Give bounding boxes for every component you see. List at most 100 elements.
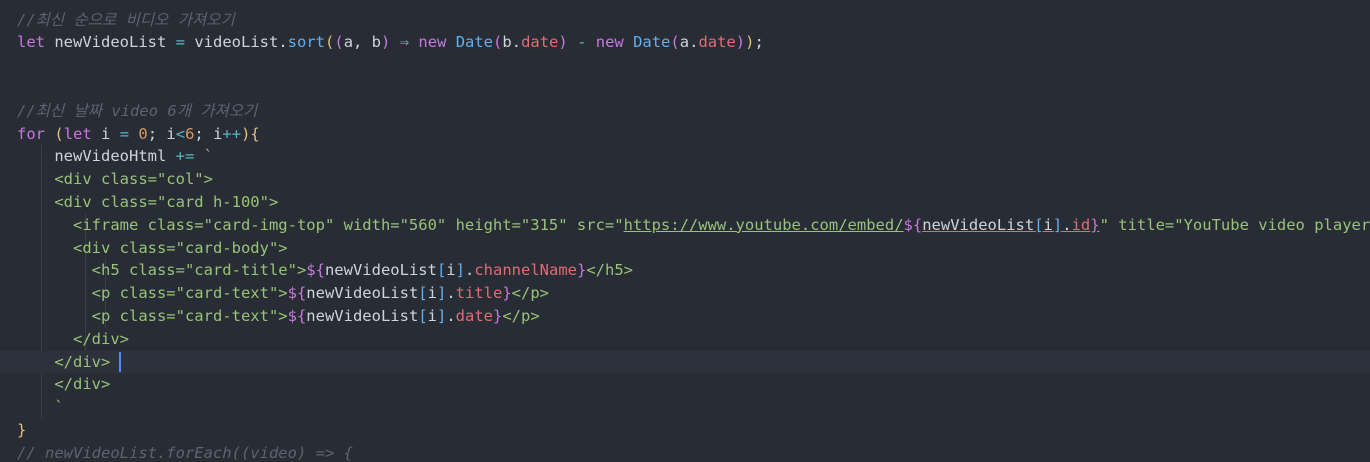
code-line[interactable]: <p class="card-text">${newVideoList[i].d… xyxy=(0,305,1370,328)
code-token: ) xyxy=(735,33,746,52)
code-token: . xyxy=(464,261,475,280)
code-token: ${ xyxy=(306,261,325,280)
code-line[interactable]: newVideoHtml += ` xyxy=(0,145,1370,168)
code-token: </div> xyxy=(17,329,129,348)
code-token: ` xyxy=(194,147,213,166)
code-line[interactable]: <div class="card h-100"> xyxy=(0,191,1370,214)
code-line[interactable]: // newVideoList.forEach((video) => { xyxy=(0,442,1370,462)
code-line[interactable]: <iframe class="card-img-top" width="560"… xyxy=(0,214,1370,237)
code-token: . xyxy=(446,284,456,303)
code-token: } xyxy=(1090,215,1100,234)
code-token: [ xyxy=(1034,215,1044,234)
code-line[interactable] xyxy=(0,77,1370,100)
code-token: ; xyxy=(754,33,764,52)
code-token: </p> xyxy=(511,284,549,303)
code-token: ) xyxy=(558,33,568,52)
code-line[interactable]: </div> xyxy=(0,373,1370,396)
code-token: . xyxy=(511,33,522,52)
code-token: . xyxy=(1062,215,1072,234)
code-token: newVideoList xyxy=(922,215,1035,234)
code-token: date xyxy=(455,307,493,325)
code-editor[interactable]: //최신 순으로 비디오 가져오기 let newVideoList = vide… xyxy=(0,0,1370,462)
code-token: <div class="card-body"> xyxy=(17,238,288,257)
code-token: ( xyxy=(334,33,344,52)
code-token: ] xyxy=(455,261,465,280)
code-token: // newVideoList.forEach((video) => { xyxy=(17,443,353,462)
code-token: [ xyxy=(418,307,428,325)
code-token: += xyxy=(175,147,195,166)
code-token: ( xyxy=(493,33,503,52)
code-token: [ xyxy=(436,261,447,280)
code-line[interactable]: } xyxy=(0,419,1370,442)
code-token: </div> xyxy=(17,375,111,394)
code-token: } xyxy=(576,261,587,280)
code-line[interactable]: <h5 class="card-title">${newVideoList[i]… xyxy=(0,259,1370,282)
code-token: <p class="card-text"> xyxy=(17,284,288,303)
code-line[interactable] xyxy=(0,54,1370,77)
code-line[interactable]: ` xyxy=(0,396,1370,419)
code-line[interactable]: </div> xyxy=(0,328,1370,351)
code-token: newVideoList xyxy=(324,261,437,280)
code-token: ` xyxy=(17,398,64,417)
code-token: <p class="card-text"> xyxy=(17,307,288,325)
code-token: title xyxy=(455,284,503,303)
code-token: ++ xyxy=(222,124,242,143)
code-token: <iframe class="card-img-top" width="560"… xyxy=(17,215,624,234)
code-token: videoList xyxy=(185,33,279,52)
code-token: - xyxy=(567,33,596,52)
code-token: </div> xyxy=(17,352,111,371)
code-token: Date xyxy=(623,33,671,52)
code-token: let xyxy=(17,33,45,52)
code-token: newVideoHtml xyxy=(17,147,176,166)
code-token: 6 xyxy=(185,124,195,143)
code-token: b xyxy=(502,33,512,52)
code-token: ${ xyxy=(903,215,923,234)
code-line[interactable]: <div class="col"> xyxy=(0,168,1370,191)
code-token: i xyxy=(427,307,437,325)
code-token: new xyxy=(595,33,624,52)
code-line[interactable]: </div> xyxy=(0,350,1370,374)
code-token: " title="YouTube video player" xyxy=(1099,215,1370,234)
code-line[interactable]: <div class="card-body"> xyxy=(0,237,1370,260)
code-token: //최신 날짜 video 6개 가져오기 xyxy=(17,101,258,120)
code-token: ${ xyxy=(287,284,307,303)
code-token: [ xyxy=(418,284,428,303)
code-token: sort xyxy=(287,33,325,52)
code-token: a, b xyxy=(343,33,382,52)
code-token: ( xyxy=(54,124,64,143)
code-token: https://www.youtube.com/embed/ xyxy=(623,215,904,234)
code-token: = xyxy=(175,33,185,52)
code-token: } xyxy=(502,284,512,303)
code-token: date xyxy=(698,33,736,52)
code-token: = xyxy=(119,124,130,143)
code-token: <h5 class="card-title"> xyxy=(17,261,307,280)
code-line[interactable]: for (let i = 0; i<6; i++){ xyxy=(0,123,1370,146)
code-token: ⇒ xyxy=(390,33,419,52)
text-cursor xyxy=(118,352,121,372)
code-token: for xyxy=(17,124,45,143)
code-token: //최신 순으로 비디오 가져오기 xyxy=(17,10,235,29)
code-token: <div class="col"> xyxy=(17,170,213,189)
code-token: channelName xyxy=(474,261,577,280)
code-token: date xyxy=(521,33,559,52)
code-token: </h5> xyxy=(586,261,633,280)
code-line[interactable]: //최신 순으로 비디오 가져오기 xyxy=(0,9,1370,32)
code-line[interactable]: <p class="card-text">${newVideoList[i].t… xyxy=(0,282,1370,305)
code-token: a xyxy=(679,33,690,52)
code-token: i xyxy=(1043,215,1053,234)
code-token: 0 xyxy=(138,124,148,143)
code-token: . xyxy=(278,33,288,52)
code-token: i xyxy=(91,124,120,143)
code-token: ( xyxy=(325,33,335,52)
code-line[interactable]: //최신 날짜 video 6개 가져오기 xyxy=(0,100,1370,123)
code-token: id xyxy=(1071,215,1091,234)
code-token: <div class="card h-100"> xyxy=(17,193,279,211)
code-token: < xyxy=(175,124,186,143)
code-line[interactable]: let newVideoList = videoList.sort((a, b)… xyxy=(0,31,1370,54)
code-token: ] xyxy=(1052,215,1063,234)
code-token: { xyxy=(250,124,260,143)
code-token: ] xyxy=(436,284,447,303)
code-token: ; i xyxy=(147,124,176,143)
